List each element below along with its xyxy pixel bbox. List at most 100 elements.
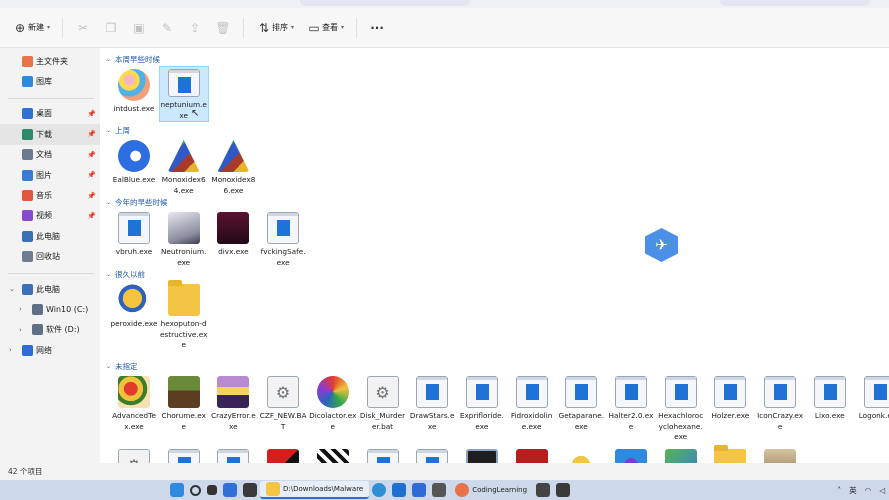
sidebar-item-network[interactable]: › 网络 [0,340,100,360]
file-item[interactable]: neptunium.exe [158,66,209,122]
file-item[interactable] [657,447,705,463]
volume-icon[interactable]: ◁ [879,486,885,495]
sidebar-item-desktop[interactable]: 桌面 📌 [0,104,100,124]
sidebar-item-pictures[interactable]: 图片 📌 [0,165,100,185]
paste-button[interactable]: ▣ [125,15,153,41]
app-icon[interactable] [412,483,427,497]
file-item[interactable]: Disk_Murderer.bat [359,374,407,432]
sidebar-item-drive[interactable]: › Win10 (C:) [0,299,100,319]
file-item[interactable] [458,447,506,463]
file-item[interactable]: Monoxidex64.exe [160,138,208,196]
file-item[interactable]: AdvancedTex.exe [110,374,158,432]
file-item[interactable] [110,447,158,463]
copy-button[interactable]: ❐ [97,15,125,41]
rename-button[interactable]: ✎ [153,15,181,41]
input-language[interactable]: 英 [849,485,857,496]
file-item[interactable]: Exprifloride.exe [458,374,506,432]
chevron-down-icon[interactable]: ⌄ [9,285,15,293]
sidebar-item-home[interactable]: 主文件夹 [0,51,100,71]
file-item[interactable]: Lixo.exe [806,374,854,422]
view-button[interactable]: ▭ 查看 ▾ [300,15,350,41]
new-button[interactable]: ⊕ 新建 ▾ [6,15,56,41]
file-item[interactable] [607,447,655,463]
file-item[interactable]: EalBlue.exe [110,138,158,186]
file-item[interactable]: divx.exe [209,210,257,258]
app-icon[interactable] [243,483,257,497]
file-icon [118,69,150,101]
file-item[interactable]: Halter2.0.exe [607,374,655,432]
app-icon[interactable] [556,483,571,497]
chevron-right-icon[interactable]: › [19,326,22,334]
sort-button[interactable]: ⇅ 排序 ▾ [250,15,300,41]
file-item[interactable]: Monoxidex86.exe [209,138,257,196]
task-view-icon[interactable] [207,485,217,495]
file-item[interactable]: peroxide.exe [110,282,158,330]
file-item[interactable] [209,447,257,463]
group-header[interactable]: ⌄ 今年的早些时候 [106,196,168,208]
file-item[interactable] [259,447,307,463]
sidebar-item-computer[interactable]: 此电脑 [0,226,100,246]
file-item[interactable] [359,447,407,463]
app-icon[interactable] [536,483,551,497]
cut-button[interactable]: ✂ [69,15,97,41]
file-item[interactable]: Neutronium.exe [160,210,208,268]
file-item[interactable]: Logonk.exe [856,374,889,422]
file-item[interactable]: IconCrazy.exe [756,374,804,432]
chevron-up-icon[interactable]: ˄ [837,486,841,495]
group-header[interactable]: ⌄ 上周 [106,124,130,136]
file-item[interactable] [309,447,357,463]
start-icon[interactable] [170,483,184,497]
share-button[interactable]: ⇪ [181,15,209,41]
search-box-edge[interactable] [720,0,870,6]
taskbar-app-coding[interactable]: CodingLearning [449,481,533,499]
chevron-down-icon[interactable]: ⌄ [106,199,111,206]
search-icon[interactable] [190,484,201,496]
chevron-down-icon[interactable]: ⌄ [106,56,111,63]
file-item[interactable] [557,447,605,463]
edge-icon[interactable] [372,483,387,497]
address-bar-edge[interactable] [300,0,470,6]
sidebar-item-drive[interactable]: › 软件 (D:) [0,320,100,340]
chevron-right-icon[interactable]: › [19,305,22,313]
delete-button[interactable]: 🗑 [209,15,237,41]
file-item[interactable]: intdust.exe [110,67,158,115]
group-header[interactable]: ⌄ 很久以前 [106,268,145,280]
file-item[interactable]: Holzer.exe [706,374,754,422]
group-header[interactable]: ⌄ 本周早些时候 [106,53,160,65]
sidebar-item-recycle-bin[interactable]: 回收站 [0,247,100,267]
app-icon[interactable] [223,483,237,497]
file-item[interactable]: hexoputon-destructive.exe [160,280,208,351]
more-options-button[interactable]: ··· [363,15,391,41]
file-item[interactable]: Hexachlorocyclohexane.exe [657,374,705,443]
file-item[interactable] [160,447,208,463]
app-icon[interactable] [432,483,447,497]
file-item[interactable]: Getaparane.exe [557,374,605,432]
file-item[interactable]: CZF_NEW.BAT [259,374,307,432]
file-item[interactable] [706,445,754,463]
file-item[interactable] [508,447,556,463]
file-item[interactable]: CrazyError.exe [209,374,257,432]
file-item[interactable]: vbruh.exe [110,210,158,258]
file-item[interactable]: Dicolactor.exe [309,374,357,432]
chevron-right-icon[interactable]: › [9,346,12,354]
file-item[interactable]: fvckingSafe.exe [259,210,307,268]
file-item[interactable] [756,447,804,463]
file-icon [316,449,349,463]
chevron-down-icon[interactable]: ⌄ [106,127,111,134]
sidebar-item-gallery[interactable]: 图库 [0,71,100,91]
sidebar-item-document[interactable]: 文档 📌 [0,145,100,165]
chevron-down-icon[interactable]: ⌄ [106,363,111,370]
file-item[interactable]: Fidroxidoline.exe [508,374,556,432]
file-item[interactable] [408,447,456,463]
sidebar-item-computer[interactable]: ⌄ 此电脑 [0,279,100,299]
sidebar-item-music[interactable]: 音乐 📌 [0,185,100,205]
app-icon[interactable] [392,483,407,497]
sidebar-item-video[interactable]: 视频 📌 [0,206,100,226]
wifi-icon[interactable]: ◠ [865,486,872,495]
file-item[interactable]: Chorume.exe [160,374,208,432]
file-item[interactable]: DrawStars.exe [408,374,456,432]
chevron-down-icon[interactable]: ⌄ [106,271,111,278]
sidebar-item-download[interactable]: 下载 📌 [0,124,100,145]
group-header[interactable]: ⌄ 未指定 [106,360,138,372]
taskbar-app-explorer[interactable]: D:\Downloads\Malware [260,481,370,499]
